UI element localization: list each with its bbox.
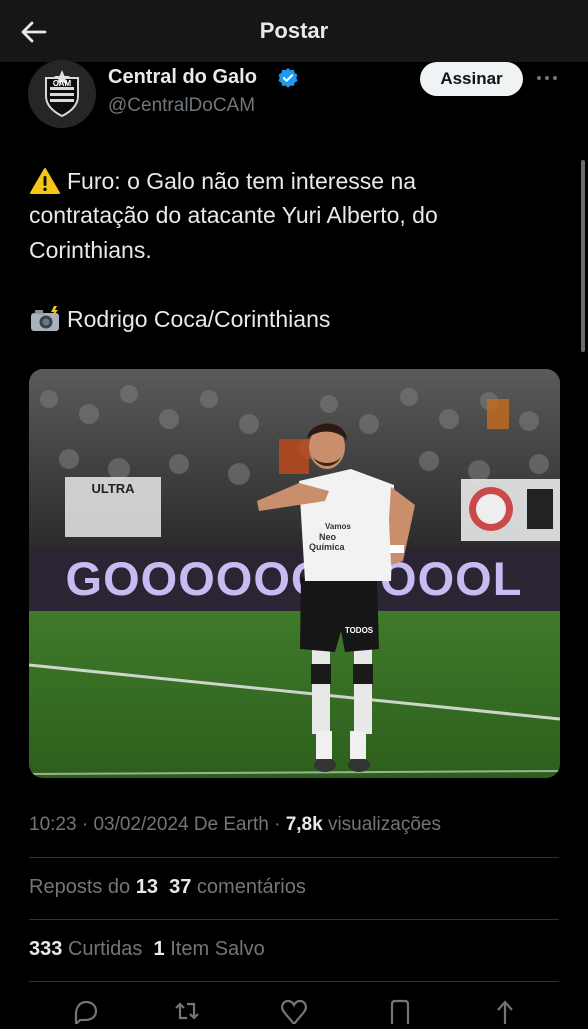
author-name[interactable]: Central do Galo <box>108 66 257 89</box>
bookmark-icon <box>390 999 410 1024</box>
warning-emoji-icon <box>30 168 60 194</box>
stand-banner-text: ULTRA <box>91 481 135 496</box>
likes-stat[interactable]: 333 Curtidas <box>29 938 142 960</box>
avatar[interactable]: CAM <box>28 60 96 128</box>
tweet-text-line-3: Corinthians. <box>29 237 152 263</box>
soccer-player-image: ULTRA GOOOOOO OOOOL TODOS Vamos Neo Quím… <box>29 369 560 778</box>
likes-label: Curtidas <box>67 938 143 960</box>
tweet-text-line-1: Furo: o Galo não tem interesse na <box>67 168 417 194</box>
divider <box>29 981 559 982</box>
divider <box>29 857 559 858</box>
top-bar: Postar <box>0 0 588 62</box>
tweet-text-line-2: contratação do atacante Yuri Alberto, do <box>29 202 438 228</box>
like-icon <box>281 999 307 1026</box>
saves-label: Item Salvo <box>170 938 265 960</box>
shorts-sponsor-text: TODOS <box>345 626 374 635</box>
comments-count: 37 <box>169 876 192 898</box>
led-board-text: GOOOOOO OOOOL <box>66 552 523 605</box>
tweet-photo[interactable]: ULTRA GOOOOOO OOOOL TODOS Vamos Neo Quím… <box>29 369 560 778</box>
subscribe-button[interactable]: Assinar <box>420 62 523 96</box>
tweet-metadata: 10:23 · 03/02/2024 De Earth · 7,8k visua… <box>29 814 441 836</box>
tweet-source[interactable]: De Earth <box>194 814 269 835</box>
likes-count: 333 <box>29 938 63 960</box>
bookmark-button[interactable] <box>385 998 415 1024</box>
tweet-time: 10:23 <box>29 814 77 835</box>
photo-credit: Rodrigo Coca/Corinthians <box>67 306 331 332</box>
shirt-sponsor-text-2: Neo <box>319 532 337 542</box>
repost-button[interactable] <box>172 998 202 1024</box>
share-button[interactable] <box>490 998 520 1024</box>
page-title: Postar <box>259 18 329 43</box>
reply-button[interactable] <box>70 998 100 1027</box>
author-handle[interactable]: @CentralDoCAM <box>108 95 255 117</box>
reposts-count: 13 <box>135 876 158 898</box>
reply-icon <box>74 1000 98 1027</box>
meta-separator: · <box>274 814 281 835</box>
crest-logo-icon: CAM <box>28 60 96 128</box>
tweet-date: 03/02/2024 <box>93 814 189 835</box>
scrollbar[interactable] <box>581 160 585 352</box>
saves-stat[interactable]: 1 Item Salvo <box>154 938 265 960</box>
meta-separator: · <box>81 814 89 835</box>
views-label: visualizações <box>327 814 441 835</box>
camera-flash-emoji-icon <box>31 306 59 331</box>
reposts-label: Reposts do <box>29 876 131 898</box>
divider <box>29 919 559 920</box>
like-button[interactable] <box>279 998 309 1026</box>
shirt-sponsor-text-3: Química <box>309 542 346 552</box>
reposts-stat[interactable]: Reposts do 13 <box>29 876 158 898</box>
repost-icon <box>175 1002 199 1020</box>
comments-stat[interactable]: 37 comentários <box>169 876 306 898</box>
comments-label: comentários <box>196 876 306 898</box>
engagement-row-1: Reposts do 13 37 comentários <box>29 876 306 899</box>
avatar-text: CAM <box>53 79 72 88</box>
more-horizontal-icon <box>537 76 557 80</box>
saves-count: 1 <box>153 938 165 960</box>
more-options-button[interactable] <box>536 70 558 86</box>
shirt-sponsor-text-1: Vamos <box>325 522 351 531</box>
verified-badge-icon <box>278 68 298 88</box>
engagement-row-2: 333 Curtidas 1 Item Salvo <box>29 938 265 961</box>
views-count: 7,8k <box>285 814 323 835</box>
share-icon <box>497 1000 513 1024</box>
